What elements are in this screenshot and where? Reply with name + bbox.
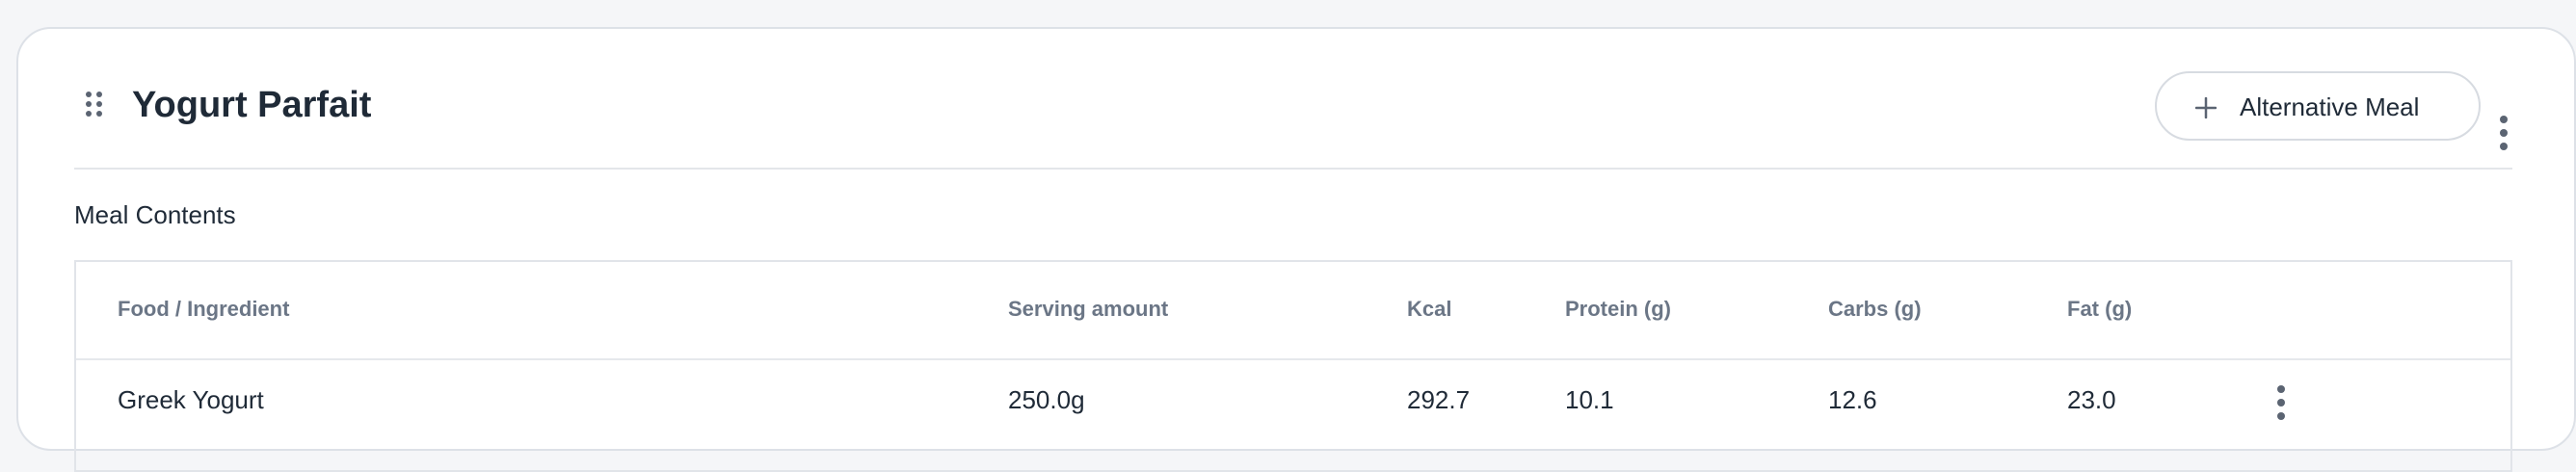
cell-carbs: 12.6 bbox=[1828, 385, 1877, 414]
meal-card: Yogurt Parfait Alternative Meal Meal Con… bbox=[16, 27, 2576, 472]
drag-handle-icon[interactable] bbox=[84, 91, 105, 118]
cell-serving: 250.0g bbox=[1008, 385, 1085, 414]
table-header-row: Food / Ingredient Serving amount Kcal Pr… bbox=[76, 262, 2510, 360]
cell-kcal: 292.7 bbox=[1407, 385, 1471, 414]
header-divider bbox=[74, 168, 2512, 170]
row-more-options-icon[interactable] bbox=[2270, 385, 2293, 424]
header-food: Food / Ingredient bbox=[118, 297, 290, 321]
cell-fat: 23.0 bbox=[2067, 385, 2116, 414]
meal-contents-table: Food / Ingredient Serving amount Kcal Pr… bbox=[74, 260, 2512, 472]
meal-more-options-icon[interactable] bbox=[2492, 116, 2515, 154]
table-row[interactable]: Greek Yogurt 250.0g 292.7 10.1 12.6 23.0 bbox=[76, 360, 2510, 457]
cell-food: Greek Yogurt bbox=[118, 385, 264, 414]
header-fat: Fat (g) bbox=[2067, 297, 2133, 321]
header-carbs: Carbs (g) bbox=[1828, 297, 1922, 321]
alternative-meal-button[interactable]: Alternative Meal bbox=[2155, 71, 2481, 141]
header-kcal: Kcal bbox=[1407, 297, 1452, 321]
header-protein: Protein (g) bbox=[1565, 297, 1671, 321]
plus-icon bbox=[2195, 97, 2217, 118]
alternative-meal-label: Alternative Meal bbox=[2240, 92, 2420, 121]
meal-contents-label: Meal Contents bbox=[74, 200, 236, 229]
cell-protein: 10.1 bbox=[1565, 385, 1614, 414]
header-serving: Serving amount bbox=[1008, 297, 1169, 321]
meal-title: Yogurt Parfait bbox=[132, 85, 372, 125]
